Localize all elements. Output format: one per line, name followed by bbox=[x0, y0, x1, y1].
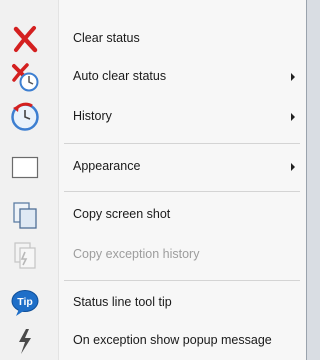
menu-item-clear-status[interactable]: Clear status bbox=[0, 20, 306, 58]
menu-item-copy-exception-history[interactable]: Copy exception history bbox=[0, 236, 306, 274]
history-clock-icon bbox=[10, 102, 40, 132]
copy-pages-icon bbox=[10, 200, 40, 230]
menu-item-label: Appearance bbox=[73, 159, 141, 173]
copy-exception-icon bbox=[10, 240, 40, 270]
menu-item-label: Status line tool tip bbox=[73, 295, 172, 309]
submenu-arrow-icon bbox=[291, 163, 295, 171]
tip-icon-text: Tip bbox=[17, 296, 33, 308]
menu-item-copy-screen-shot[interactable]: Copy screen shot bbox=[0, 196, 306, 234]
menu-item-history[interactable]: History bbox=[0, 98, 306, 136]
menu-separator bbox=[64, 280, 300, 281]
menu-separator bbox=[64, 191, 300, 192]
auto-clear-clock-icon bbox=[10, 62, 40, 92]
submenu-arrow-icon bbox=[291, 73, 295, 81]
menu-item-label: Auto clear status bbox=[73, 69, 167, 83]
menu-item-on-exception-show-popup[interactable]: On exception show popup message bbox=[0, 322, 306, 360]
menu-separator bbox=[64, 143, 300, 144]
red-x-icon bbox=[10, 24, 40, 54]
appearance-box-icon bbox=[10, 152, 40, 182]
context-menu: Clear status Auto clear status History A… bbox=[0, 0, 307, 360]
menu-item-auto-clear-status[interactable]: Auto clear status bbox=[0, 58, 306, 96]
menu-item-appearance[interactable]: Appearance bbox=[0, 148, 306, 186]
tip-bubble-icon: Tip bbox=[10, 288, 40, 318]
submenu-arrow-icon bbox=[291, 113, 295, 121]
menu-item-label: On exception show popup message bbox=[73, 333, 272, 347]
menu-item-label: History bbox=[73, 109, 112, 123]
menu-item-label: Copy exception history bbox=[73, 247, 200, 261]
menu-item-status-line-tool-tip[interactable]: Tip Status line tool tip bbox=[0, 284, 306, 322]
menu-item-label: Clear status bbox=[73, 31, 140, 45]
menu-item-label: Copy screen shot bbox=[73, 207, 171, 221]
lightning-icon bbox=[10, 326, 40, 356]
